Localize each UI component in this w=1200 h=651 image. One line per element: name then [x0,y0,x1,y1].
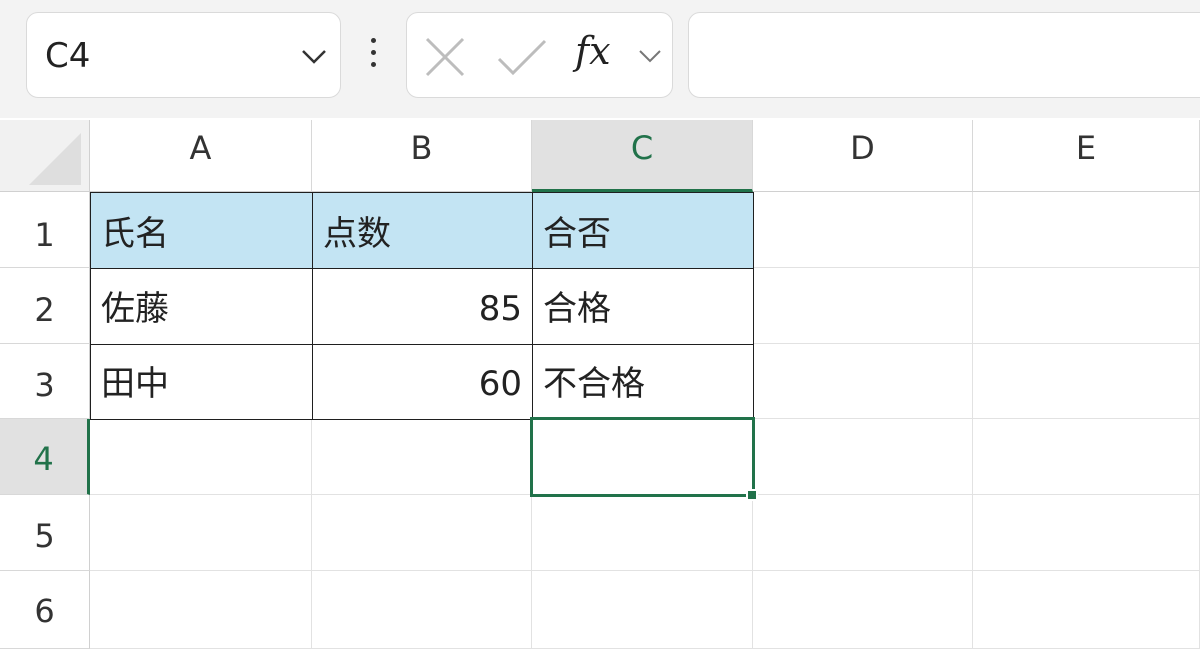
cell-c6[interactable] [532,571,753,649]
cell-d5[interactable] [753,495,973,571]
cell-a1[interactable]: 氏名 [90,192,313,269]
name-box-value: C4 [45,36,91,76]
cell-e2[interactable] [973,268,1200,344]
cell-b2-text: 85 [478,289,522,329]
cell-d6[interactable] [753,571,973,649]
cell-b2[interactable]: 85 [312,268,533,345]
row-header-5[interactable]: 5 [0,495,90,571]
check-icon[interactable] [495,35,549,79]
cell-e6[interactable] [973,571,1200,649]
name-box[interactable]: C4 [26,12,341,98]
row-header-4[interactable]: 4 [0,419,90,495]
cell-b4[interactable] [312,419,532,495]
select-all-button[interactable] [0,120,90,192]
cell-c1[interactable]: 合否 [532,192,754,269]
formula-buttons: fx [406,12,673,98]
cell-c5[interactable] [532,495,753,571]
cell-a3[interactable]: 田中 [90,344,313,420]
cell-b5[interactable] [312,495,532,571]
chevron-down-icon[interactable] [300,46,328,66]
formula-bar-area: C4 fx [0,0,1200,118]
cell-e3[interactable] [973,344,1200,419]
cell-a2[interactable]: 佐藤 [90,268,313,345]
cell-c3-text: 不合格 [543,364,645,404]
column-header-d[interactable]: D [753,120,973,192]
cancel-icon[interactable] [423,35,467,79]
column-header-c[interactable]: C [532,120,753,192]
cell-b6[interactable] [312,571,532,649]
cell-a5[interactable] [90,495,312,571]
active-cell-outline [530,417,755,497]
cell-d1[interactable] [753,192,973,268]
cell-b3-text: 60 [478,364,522,404]
cell-c2-text: 合格 [543,289,611,329]
cell-c2[interactable]: 合格 [532,268,754,345]
column-header-a[interactable]: A [90,120,312,192]
more-options-icon[interactable] [368,38,378,74]
select-all-triangle [29,133,81,185]
cell-c3[interactable]: 不合格 [532,344,754,420]
cell-b1[interactable]: 点数 [312,192,533,269]
row-header-6[interactable]: 6 [0,571,90,649]
cell-d4[interactable] [753,419,973,495]
row-header-2[interactable]: 2 [0,268,90,344]
cell-a3-text: 田中 [101,364,169,404]
column-header-b[interactable]: B [312,120,532,192]
cell-e4[interactable] [973,419,1200,495]
cell-d3[interactable] [753,344,973,419]
formula-input[interactable] [688,12,1200,98]
insert-function-button[interactable]: fx [575,29,611,73]
chevron-down-icon[interactable] [637,47,663,65]
cell-c1-text: 合否 [543,214,611,254]
row-header-1[interactable]: 1 [0,192,90,268]
cell-a6[interactable] [90,571,312,649]
cell-a1-text: 氏名 [101,214,169,254]
column-header-e[interactable]: E [973,120,1200,192]
cell-e5[interactable] [973,495,1200,571]
cell-b1-text: 点数 [323,214,391,254]
cell-b3[interactable]: 60 [312,344,533,420]
cell-a2-text: 佐藤 [101,289,169,329]
fill-handle[interactable] [746,489,758,501]
cell-a4[interactable] [90,419,312,495]
row-header-3[interactable]: 3 [0,344,90,419]
cell-e1[interactable] [973,192,1200,268]
cell-d2[interactable] [753,268,973,344]
